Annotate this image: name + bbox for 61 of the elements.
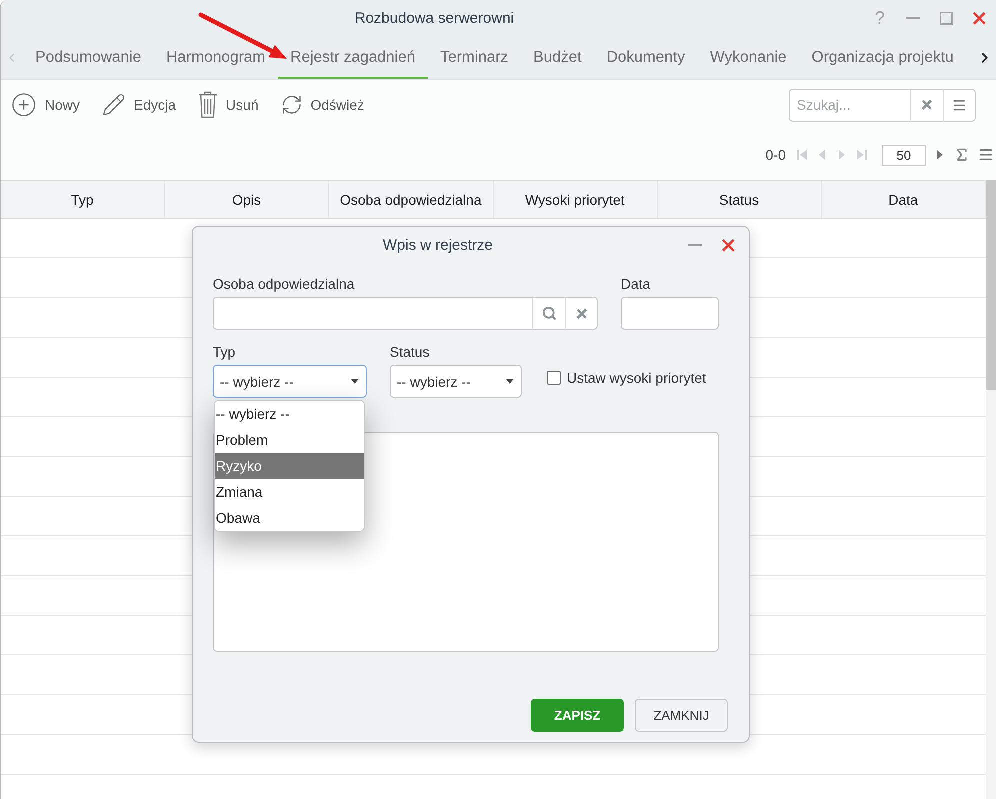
tab[interactable]: Budżet xyxy=(521,36,594,79)
close-icon xyxy=(972,12,986,24)
pencil-icon xyxy=(102,93,126,117)
clear-icon xyxy=(576,308,586,318)
scrollbar-track[interactable] xyxy=(986,180,996,799)
field-label: Osoba odpowiedzialna xyxy=(213,276,355,292)
dropdown-option[interactable]: -- wybierz -- xyxy=(215,401,364,427)
dropdown-option[interactable]: Zmiana xyxy=(215,479,364,505)
column-header[interactable]: Opis xyxy=(165,181,330,218)
select-field[interactable]: -- wybierz -- xyxy=(213,365,367,398)
window-title: Rozbudowa serwerowni xyxy=(354,10,514,26)
field-label: Typ xyxy=(213,344,236,360)
tab[interactable]: Harmonogram xyxy=(154,36,278,79)
dropdown-option[interactable]: Obawa xyxy=(215,505,364,531)
maximize-icon xyxy=(940,12,952,24)
tab[interactable]: Organizacja projektu xyxy=(799,36,966,79)
save-button[interactable]: ZAPISZ xyxy=(531,699,624,732)
scrollbar-thumb[interactable] xyxy=(986,180,996,390)
column-header[interactable]: Wysoki priorytet xyxy=(494,181,658,218)
minimize-icon xyxy=(906,17,920,19)
menu-button[interactable] xyxy=(943,88,976,122)
tab[interactable]: Wykonanie xyxy=(698,36,800,79)
search-field[interactable]: Szukaj... xyxy=(789,88,910,122)
refresh-button[interactable]: Odśwież xyxy=(280,94,364,116)
tab[interactable]: Terminarz xyxy=(428,36,522,79)
tab[interactable]: Dokumenty xyxy=(594,36,698,79)
new-button[interactable]: Nowy xyxy=(11,92,80,118)
dropdown-option[interactable]: Problem xyxy=(215,427,364,453)
column-header[interactable]: Osoba odpowiedzialna xyxy=(329,181,494,218)
select-field[interactable]: -- wybierz -- xyxy=(390,365,522,398)
checkbox-label: Ustaw wysoki priorytet xyxy=(567,370,706,386)
field-label: Status xyxy=(390,344,430,360)
page-size-field[interactable]: 50 xyxy=(882,144,926,166)
field-label: Data xyxy=(621,276,651,292)
record-range: 0-0 xyxy=(766,147,786,163)
person-field[interactable] xyxy=(213,297,532,330)
close-icon xyxy=(722,238,734,252)
menu-icon xyxy=(952,98,967,112)
edit-button[interactable]: Edycja xyxy=(102,93,176,117)
refresh-icon xyxy=(280,94,303,116)
plus-circle-icon xyxy=(11,92,37,118)
clear-button[interactable] xyxy=(910,88,943,122)
columns-menu-icon[interactable] xyxy=(978,147,994,163)
close-dialog-button[interactable]: ZAMKNIJ xyxy=(635,699,728,732)
caret-icon xyxy=(351,379,359,384)
checkbox[interactable] xyxy=(547,371,561,385)
clear-button[interactable] xyxy=(565,297,598,330)
dropdown-option[interactable]: Ryzyko xyxy=(215,453,364,479)
column-header[interactable]: Status xyxy=(658,181,822,218)
trash-icon xyxy=(198,91,218,119)
sigma-icon[interactable] xyxy=(954,147,970,163)
search-button[interactable] xyxy=(532,297,565,330)
clear-icon xyxy=(922,100,932,110)
column-header[interactable]: Typ xyxy=(1,181,166,218)
delete-button[interactable]: Usuń xyxy=(198,91,259,119)
date-field[interactable] xyxy=(621,297,719,330)
minimize-icon xyxy=(688,244,702,246)
caret-icon xyxy=(506,379,514,384)
search-icon xyxy=(542,306,556,321)
dialog-title: Wpis w rejestrze xyxy=(382,236,494,254)
tab[interactable]: Podsumowanie xyxy=(23,36,154,79)
